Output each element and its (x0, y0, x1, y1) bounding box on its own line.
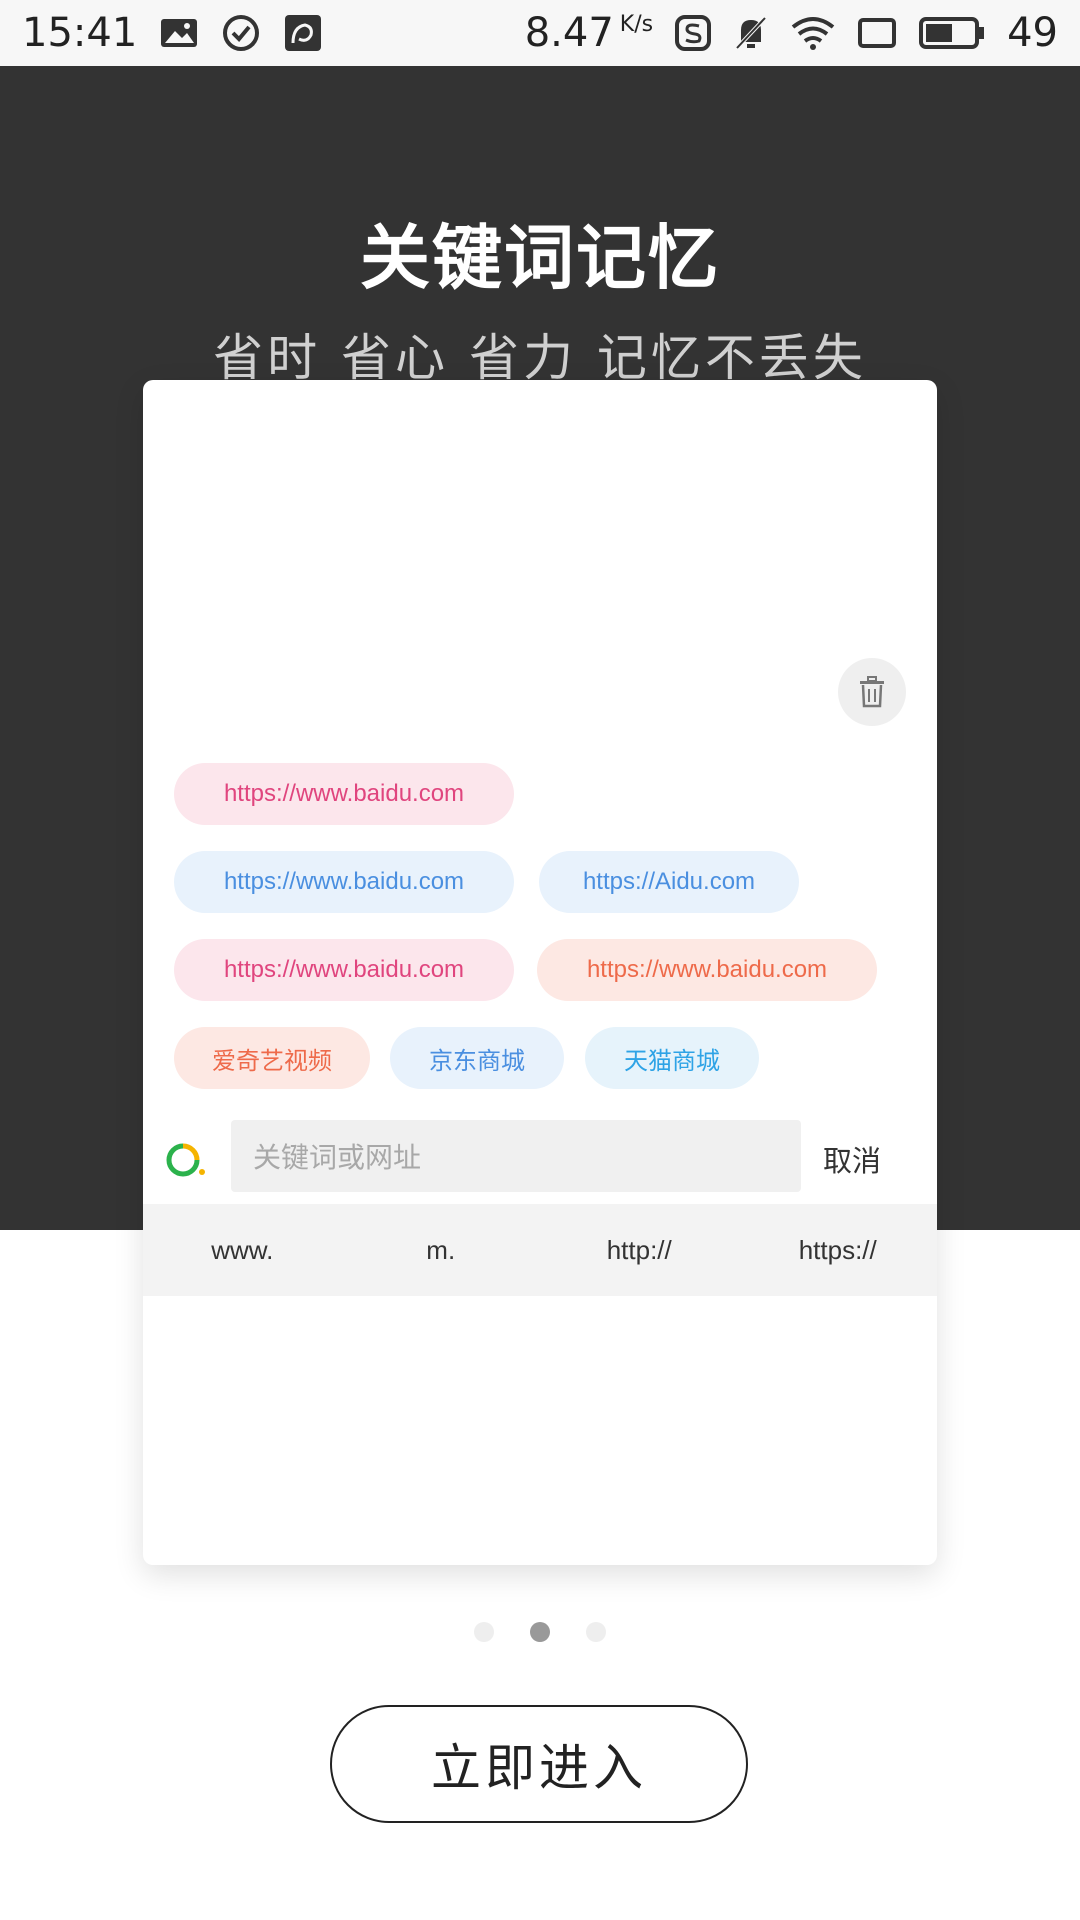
cancel-button[interactable]: 取消 (823, 1138, 881, 1180)
status-bar: 15:41 8.47 K/s 49 (0, 0, 1080, 66)
status-time: 15:41 (22, 10, 138, 56)
prefix-m-button[interactable]: m. (342, 1235, 541, 1266)
page-dot[interactable] (474, 1622, 494, 1642)
history-chip[interactable]: https://Aidu.com (539, 851, 799, 913)
wifi-icon (791, 15, 835, 51)
history-chip[interactable]: https://www.baidu.com (174, 939, 514, 1001)
battery-icon (919, 16, 985, 50)
sogou-input-icon (675, 15, 712, 51)
check-circle-icon (221, 13, 261, 53)
page-dot[interactable] (586, 1622, 606, 1642)
prefix-www-button[interactable]: www. (143, 1235, 342, 1266)
network-speed-value: 8.47 (524, 10, 614, 56)
browser-logo-icon (165, 1142, 207, 1182)
screen-icon (857, 17, 897, 49)
history-chip[interactable]: 京东商城 (390, 1027, 564, 1089)
history-chip[interactable]: https://www.baidu.com (174, 851, 514, 913)
clear-history-button[interactable] (838, 658, 906, 726)
page-indicator (0, 1622, 1080, 1642)
history-chip[interactable]: 爱奇艺视频 (174, 1027, 370, 1089)
prefix-http-button[interactable]: http:// (540, 1235, 739, 1266)
gallery-notification-icon (159, 16, 199, 50)
network-speed: 8.47 K/s (525, 10, 653, 56)
prefix-https-button[interactable]: https:// (739, 1235, 938, 1266)
mute-bell-icon (733, 14, 769, 52)
url-prefix-bar: www. m. http:// https:// (143, 1204, 937, 1296)
page-dot-active[interactable] (530, 1622, 550, 1642)
uc-browser-icon (283, 13, 323, 53)
history-chip[interactable]: https://www.baidu.com (537, 939, 877, 1001)
enter-now-button[interactable]: 立即进入 (330, 1705, 748, 1823)
search-input[interactable]: 关键词或网址 (231, 1120, 801, 1192)
history-chip[interactable]: https://www.baidu.com (174, 763, 514, 825)
search-bar: 关键词或网址 取消 (143, 1120, 937, 1200)
history-chip[interactable]: 天猫商城 (585, 1027, 759, 1089)
preview-card: https://www.baidu.com https://www.baidu.… (143, 380, 937, 1565)
page-title: 关键词记忆 (360, 217, 720, 299)
trash-icon (860, 676, 884, 708)
battery-level: 49 (1007, 10, 1058, 56)
network-speed-unit: K/s (619, 12, 654, 37)
